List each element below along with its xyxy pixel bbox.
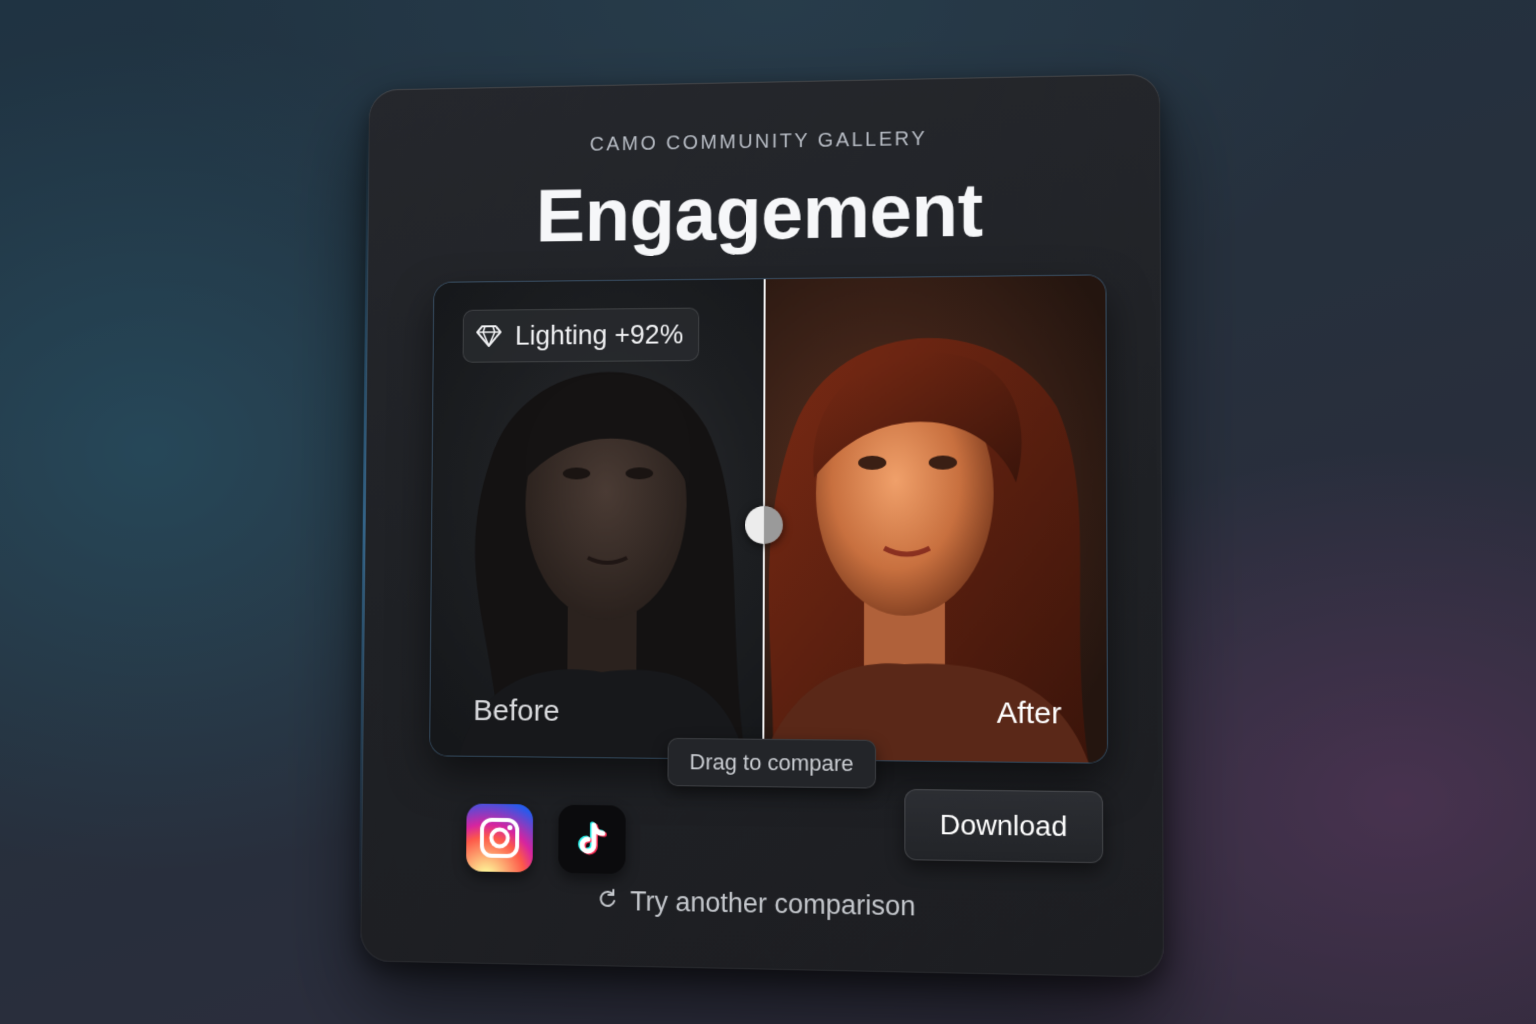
page-title: Engagement — [535, 167, 983, 259]
refresh-icon — [596, 886, 618, 918]
diamond-icon — [476, 324, 501, 348]
drag-to-compare-hint: Drag to compare — [667, 737, 876, 789]
badge-label: Lighting +92% — [514, 319, 684, 351]
gallery-card: CAMO COMMUNITY GALLERY Engagement Lighti… — [360, 73, 1164, 978]
after-image — [763, 275, 1108, 763]
after-portrait — [763, 336, 1089, 763]
share-icons — [466, 803, 626, 874]
compare-slider-handle[interactable] — [744, 505, 783, 545]
retry-label: Try another comparison — [630, 886, 916, 922]
after-label: After — [996, 696, 1062, 731]
download-button[interactable]: Download — [904, 788, 1104, 864]
instagram-icon[interactable] — [466, 803, 534, 873]
try-another-comparison-link[interactable]: Try another comparison — [361, 882, 1164, 928]
gallery-eyebrow: CAMO COMMUNITY GALLERY — [589, 127, 928, 156]
before-label: Before — [473, 694, 560, 728]
before-after-compare[interactable]: Lighting +92% Before After — [430, 275, 1108, 763]
tiktok-icon[interactable] — [558, 804, 626, 874]
lighting-badge: Lighting +92% — [462, 307, 700, 363]
